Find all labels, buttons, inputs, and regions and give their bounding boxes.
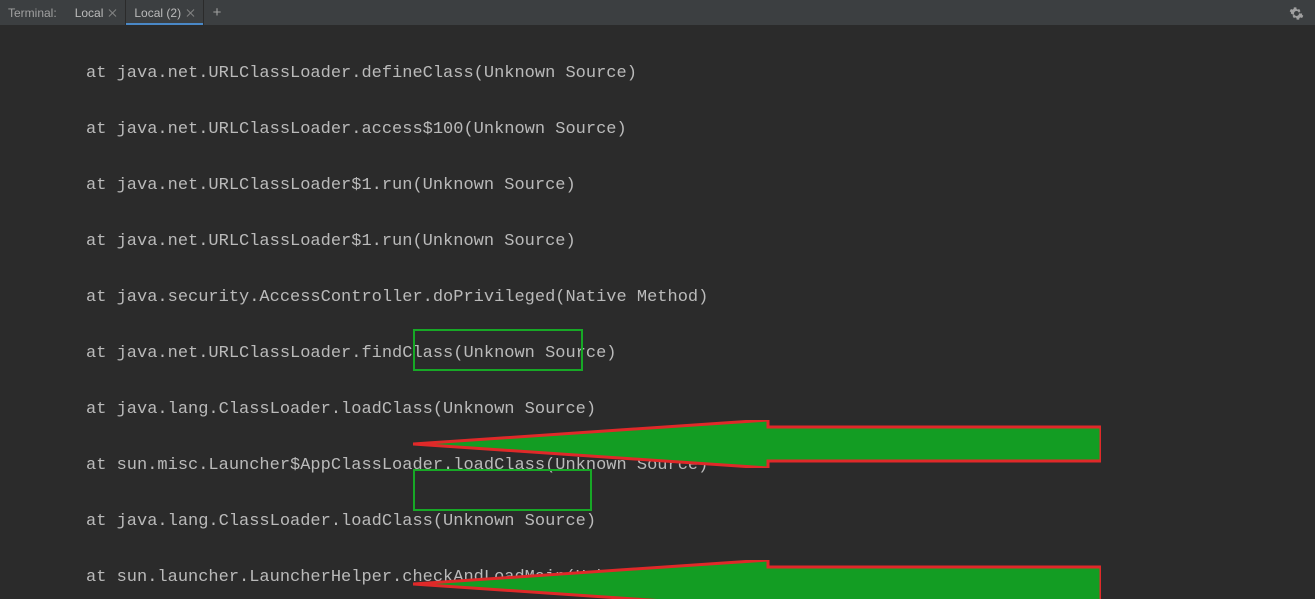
stack-line: at java.net.URLClassLoader.defineClass(U… <box>8 60 1309 88</box>
terminal-output[interactable]: at java.net.URLClassLoader.defineClass(U… <box>0 26 1315 599</box>
terminal-label: Terminal: <box>0 0 67 25</box>
close-icon[interactable] <box>187 9 195 17</box>
stack-line: at java.net.URLClassLoader$1.run(Unknown… <box>8 228 1309 256</box>
stack-line: at sun.launcher.LauncherHelper.checkAndL… <box>8 564 1309 592</box>
close-icon[interactable] <box>109 9 117 17</box>
stack-line: at java.net.URLClassLoader$1.run(Unknown… <box>8 172 1309 200</box>
stack-line: at java.lang.ClassLoader.loadClass(Unkno… <box>8 508 1309 536</box>
arrow-annotation-1 <box>413 364 1101 524</box>
tab-label: Local <box>75 6 104 20</box>
add-tab-button[interactable]: + <box>204 0 230 25</box>
stack-line: at java.net.URLClassLoader.findClass(Unk… <box>8 340 1309 368</box>
tab-label: Local (2) <box>134 6 181 20</box>
settings-button[interactable] <box>1283 0 1309 26</box>
stack-line: at java.security.AccessController.doPriv… <box>8 284 1309 312</box>
terminal-tabbar: Terminal: Local Local (2) + <box>0 0 1315 26</box>
stack-line: at java.lang.ClassLoader.loadClass(Unkno… <box>8 396 1309 424</box>
stack-line: at sun.misc.Launcher$AppClassLoader.load… <box>8 452 1309 480</box>
tab-local-2[interactable]: Local (2) <box>126 0 204 25</box>
tab-local-1[interactable]: Local <box>67 0 127 25</box>
stack-line: at java.net.URLClassLoader.access$100(Un… <box>8 116 1309 144</box>
gear-icon <box>1289 6 1304 21</box>
